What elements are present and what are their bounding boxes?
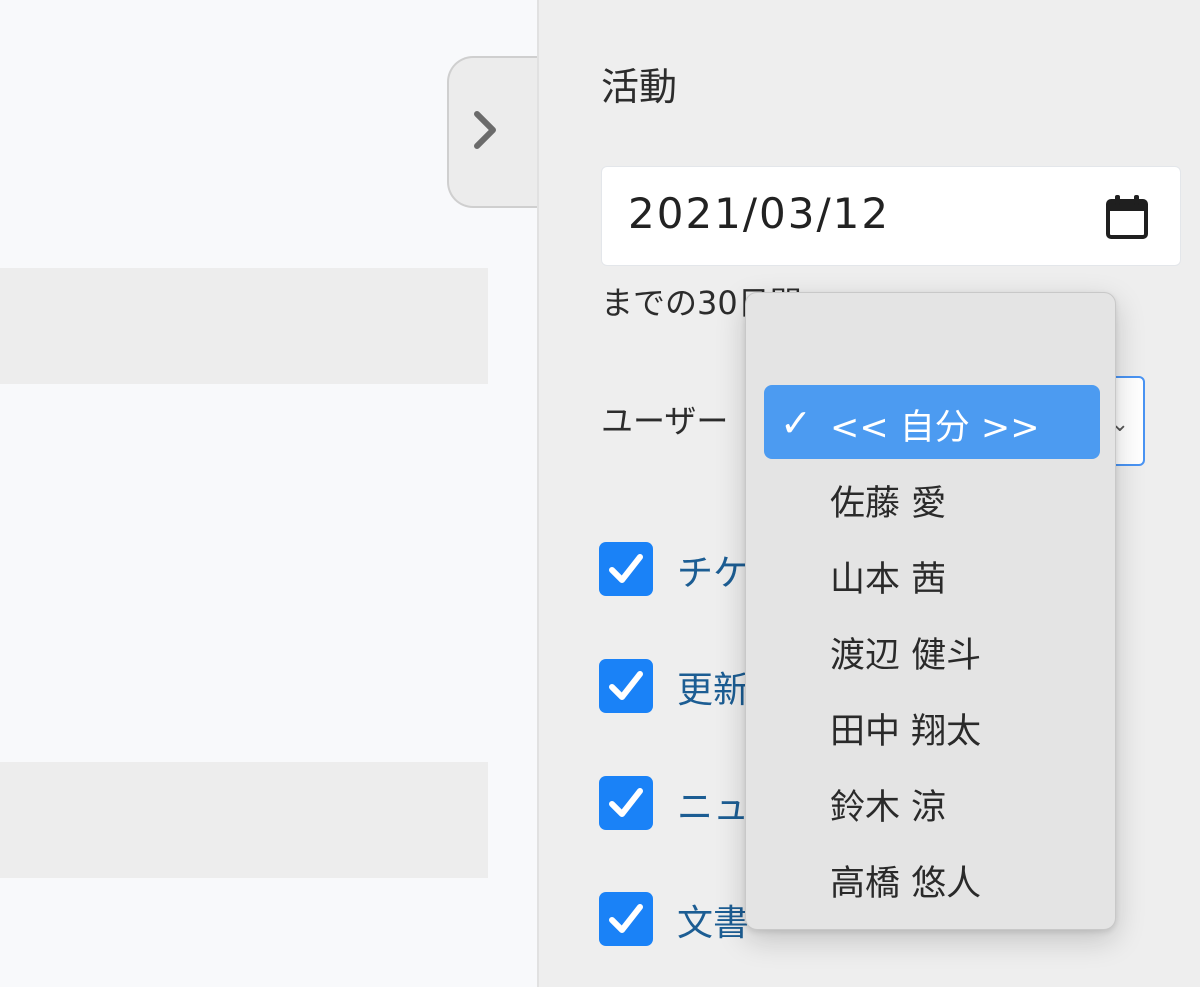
content-placeholder-bar [0, 762, 488, 878]
checkmark-icon [609, 904, 643, 933]
calendar-icon[interactable] [1104, 193, 1150, 241]
content-placeholder-bar [0, 268, 488, 384]
filter-checkbox[interactable] [599, 776, 653, 830]
sidebar-toggle-button[interactable] [447, 56, 547, 208]
user-option[interactable]: 高橋 悠人 [764, 841, 1100, 915]
user-option-label: 山本 茜 [830, 560, 947, 600]
filter-label[interactable]: 更新 [677, 661, 749, 713]
date-input[interactable]: 2021/03/12 [601, 166, 1181, 266]
checkmark-icon [609, 788, 643, 817]
checkmark-icon [609, 554, 643, 583]
filter-checkbox[interactable] [599, 659, 653, 713]
panel-title: 活動 [601, 65, 678, 109]
user-option-label: 佐藤 愛 [830, 484, 947, 524]
user-option-label: << 自分 >> [830, 408, 1040, 448]
selected-check-icon: ✓ [780, 401, 812, 445]
user-option-label: 渡辺 健斗 [830, 636, 982, 676]
user-option[interactable]: 山本 茜 [764, 537, 1100, 611]
user-option-label: 高橋 悠人 [830, 864, 982, 904]
user-dropdown-menu: ✓ << 自分 >> 佐藤 愛 山本 茜 渡辺 健斗 田中 翔太 鈴木 涼 高橋… [745, 292, 1116, 930]
checkmark-icon [609, 671, 643, 700]
user-option[interactable]: 佐藤 愛 [764, 461, 1100, 535]
user-option-self[interactable]: ✓ << 自分 >> [764, 385, 1100, 459]
user-option-label: 鈴木 涼 [830, 788, 947, 828]
user-label: ユーザー [601, 402, 729, 440]
user-option[interactable]: 渡辺 健斗 [764, 613, 1100, 687]
filter-checkbox[interactable] [599, 892, 653, 946]
filter-checkbox[interactable] [599, 542, 653, 596]
user-option-label: 田中 翔太 [830, 712, 982, 752]
user-option[interactable]: 田中 翔太 [764, 689, 1100, 763]
filter-label[interactable]: 文書 [677, 894, 749, 946]
user-option[interactable]: 鈴木 涼 [764, 765, 1100, 839]
chevron-right-icon [474, 111, 496, 149]
date-value: 2021/03/12 [628, 189, 891, 238]
